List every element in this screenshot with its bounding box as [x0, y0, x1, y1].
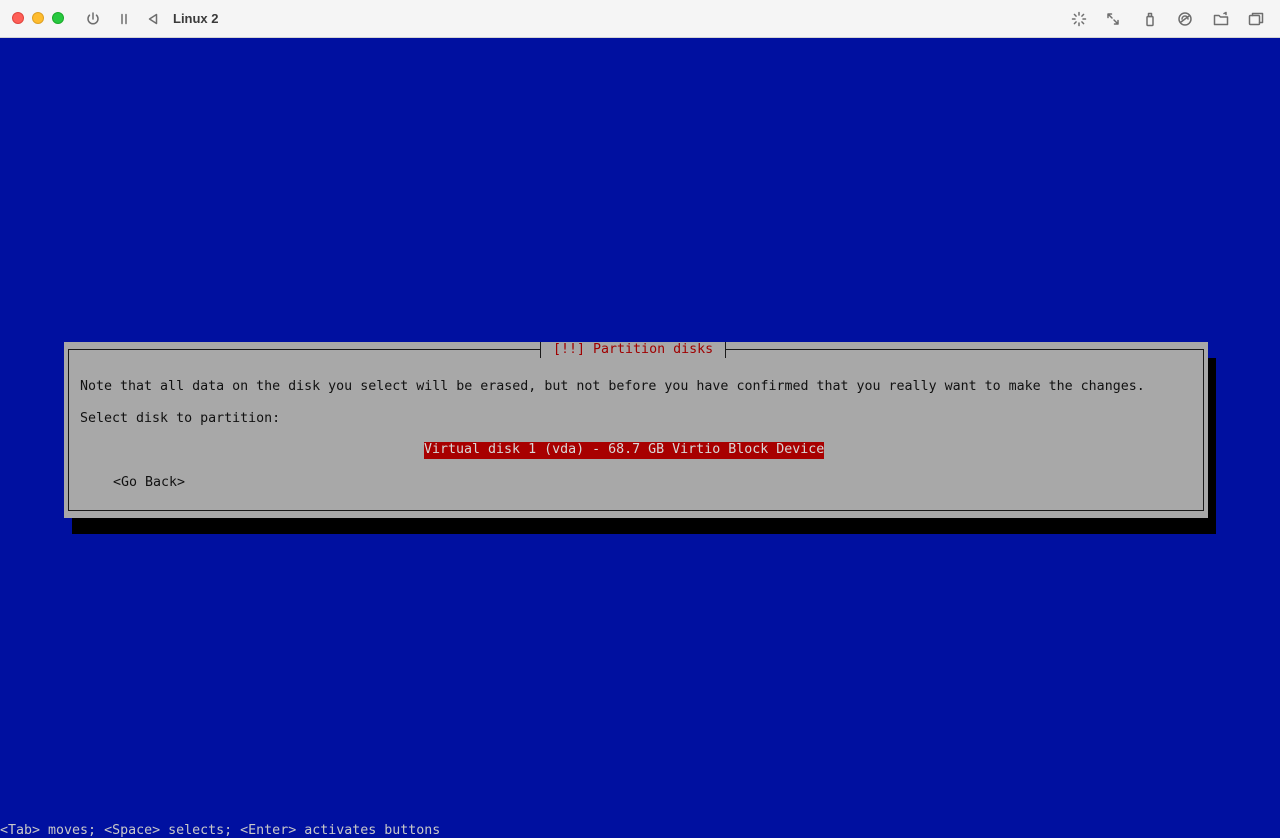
erase-warning-text: Note that all data on the disk you selec… — [80, 379, 1145, 394]
disk-option-vda[interactable]: Virtual disk 1 (vda) - 68.7 GB Virtio Bl… — [424, 442, 825, 459]
minimize-window-button[interactable] — [32, 12, 44, 24]
dialog-title: [!!] Partition disks — [540, 342, 727, 358]
dialog-border — [68, 349, 1204, 511]
close-window-button[interactable] — [12, 12, 24, 24]
audio-icon[interactable] — [1175, 9, 1195, 29]
pause-icon[interactable] — [114, 9, 134, 29]
resize-icon[interactable] — [1103, 9, 1123, 29]
window-title: Linux 2 — [173, 11, 219, 26]
shared-folder-icon[interactable] — [1211, 9, 1231, 29]
title-bar: Linux 2 — [0, 0, 1280, 38]
usb-icon[interactable] — [1140, 9, 1160, 29]
keyboard-help-bar: <Tab> moves; <Space> selects; <Enter> ac… — [0, 823, 441, 838]
partition-dialog: [!!] Partition disks Note that all data … — [64, 342, 1208, 518]
back-icon[interactable] — [143, 9, 163, 29]
power-icon[interactable] — [83, 9, 103, 29]
brightness-icon[interactable] — [1069, 9, 1089, 29]
display-icon[interactable] — [1246, 9, 1266, 29]
zoom-window-button[interactable] — [52, 12, 64, 24]
select-disk-prompt: Select disk to partition: — [80, 411, 281, 426]
go-back-button[interactable]: <Go Back> — [113, 475, 185, 491]
vm-screen[interactable]: [!!] Partition disks Note that all data … — [0, 38, 1280, 838]
